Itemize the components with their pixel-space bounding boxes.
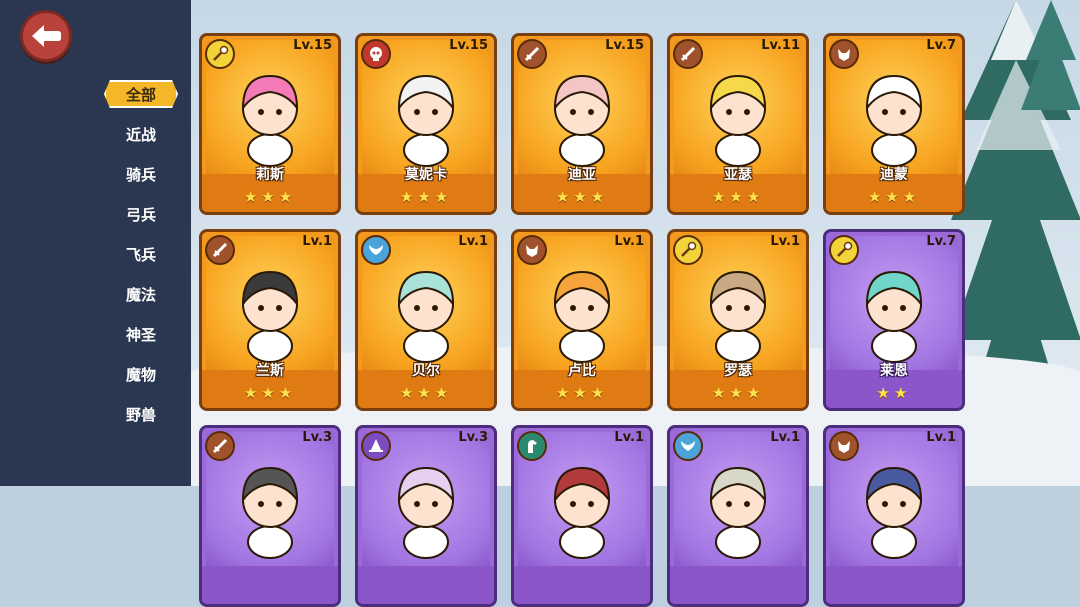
star-rating: ★★ — [876, 384, 912, 402]
hero-card[interactable]: Lv.7 莱恩 ★★ — [823, 229, 965, 411]
filter-tab[interactable]: 飞兵 — [104, 240, 178, 268]
filter-tab[interactable]: 近战 — [104, 120, 178, 148]
hero-card[interactable]: Lv.1 — [511, 425, 653, 607]
filter-tab[interactable]: 骑兵 — [104, 160, 178, 188]
card-footer — [514, 566, 650, 604]
hero-portrait — [709, 270, 767, 363]
filter-tab[interactable]: 全部 — [104, 80, 178, 108]
hero-level: Lv.1 — [614, 234, 644, 249]
star-rating: ★★★ — [243, 188, 297, 206]
hero-level: Lv.15 — [605, 38, 644, 53]
star-rating: ★★★ — [711, 384, 765, 402]
hero-portrait — [553, 74, 611, 167]
filter-tab[interactable]: 魔法 — [104, 280, 178, 308]
filter-tab[interactable]: 神圣 — [104, 320, 178, 348]
staff-icon — [205, 39, 235, 69]
card-footer — [826, 566, 962, 604]
hero-card[interactable]: Lv.3 — [355, 425, 497, 607]
wing-icon — [673, 431, 703, 461]
hero-card[interactable]: Lv.3 — [199, 425, 341, 607]
filter-tab[interactable]: 魔物 — [104, 360, 178, 388]
hero-name: 莉斯 — [256, 167, 284, 183]
hero-level: Lv.7 — [926, 38, 956, 53]
hero-portrait — [865, 466, 923, 559]
hero-portrait — [241, 74, 299, 167]
star-rating: ★★★ — [555, 384, 609, 402]
sidebar: 全部近战骑兵弓兵飞兵魔法神圣魔物野兽 — [0, 0, 191, 486]
hero-card[interactable]: Lv.1 罗瑟 ★★★ — [667, 229, 809, 411]
hero-name: 莫妮卡 — [405, 167, 447, 183]
filter-tab[interactable]: 弓兵 — [104, 200, 178, 228]
hero-level: Lv.15 — [449, 38, 488, 53]
hero-portrait — [865, 74, 923, 167]
hero-level: Lv.11 — [761, 38, 800, 53]
hero-card[interactable]: Lv.15 莫妮卡 ★★★ — [355, 33, 497, 215]
star-rating: ★★★ — [867, 188, 921, 206]
hero-portrait — [397, 270, 455, 363]
hero-portrait — [241, 466, 299, 559]
hero-portrait — [865, 270, 923, 363]
sword-icon — [205, 235, 235, 265]
hero-name: 罗瑟 — [724, 363, 752, 379]
back-button[interactable] — [20, 10, 72, 62]
star-rating: ★★★ — [555, 188, 609, 206]
hero-portrait — [553, 466, 611, 559]
staff-icon — [673, 235, 703, 265]
horse-icon — [517, 431, 547, 461]
hero-card[interactable]: Lv.1 卢比 ★★★ — [511, 229, 653, 411]
skull-icon — [361, 39, 391, 69]
star-rating: ★★★ — [711, 188, 765, 206]
hero-level: Lv.3 — [302, 430, 332, 445]
hero-level: Lv.1 — [458, 234, 488, 249]
hero-level: Lv.1 — [770, 430, 800, 445]
filter-tab[interactable]: 野兽 — [104, 400, 178, 428]
star-rating: ★★★ — [243, 384, 297, 402]
hero-level: Lv.1 — [770, 234, 800, 249]
star-rating: ★★★ — [399, 188, 453, 206]
card-footer — [202, 566, 338, 604]
hero-name: 卢比 — [568, 363, 596, 379]
hero-portrait — [241, 270, 299, 363]
hero-name: 迪蒙 — [880, 167, 908, 183]
wing-icon — [361, 235, 391, 265]
hero-card[interactable]: Lv.11 亚瑟 ★★★ — [667, 33, 809, 215]
beast-icon — [829, 431, 859, 461]
hero-card[interactable]: Lv.1 — [823, 425, 965, 607]
hero-portrait — [397, 466, 455, 559]
hero-level: Lv.3 — [458, 430, 488, 445]
beast-icon — [829, 39, 859, 69]
hero-level: Lv.7 — [926, 234, 956, 249]
card-footer — [670, 566, 806, 604]
back-arrow-icon — [32, 25, 61, 47]
hero-level: Lv.1 — [926, 430, 956, 445]
staff-icon — [829, 235, 859, 265]
hero-name: 亚瑟 — [724, 167, 752, 183]
hero-portrait — [553, 270, 611, 363]
hat-icon — [361, 431, 391, 461]
hero-name: 莱恩 — [880, 363, 908, 379]
hero-level: Lv.1 — [614, 430, 644, 445]
sword-icon — [205, 431, 235, 461]
card-footer — [358, 566, 494, 604]
pine-tree-decoration — [1021, 0, 1080, 110]
star-rating: ★★★ — [399, 384, 453, 402]
hero-portrait — [709, 74, 767, 167]
hero-card[interactable]: Lv.7 迪蒙 ★★★ — [823, 33, 965, 215]
hero-portrait — [397, 74, 455, 167]
hero-name: 兰斯 — [256, 363, 284, 379]
hero-portrait — [709, 466, 767, 559]
sword-icon — [517, 39, 547, 69]
hero-card[interactable]: Lv.1 贝尔 ★★★ — [355, 229, 497, 411]
beast-icon — [517, 235, 547, 265]
hero-name: 贝尔 — [412, 363, 440, 379]
hero-card[interactable]: Lv.1 兰斯 ★★★ — [199, 229, 341, 411]
hero-name: 迪亚 — [568, 167, 596, 183]
sword-icon — [673, 39, 703, 69]
hero-card[interactable]: Lv.15 迪亚 ★★★ — [511, 33, 653, 215]
hero-card[interactable]: Lv.1 — [667, 425, 809, 607]
hero-level: Lv.15 — [293, 38, 332, 53]
hero-card[interactable]: Lv.15 莉斯 ★★★ — [199, 33, 341, 215]
hero-level: Lv.1 — [302, 234, 332, 249]
